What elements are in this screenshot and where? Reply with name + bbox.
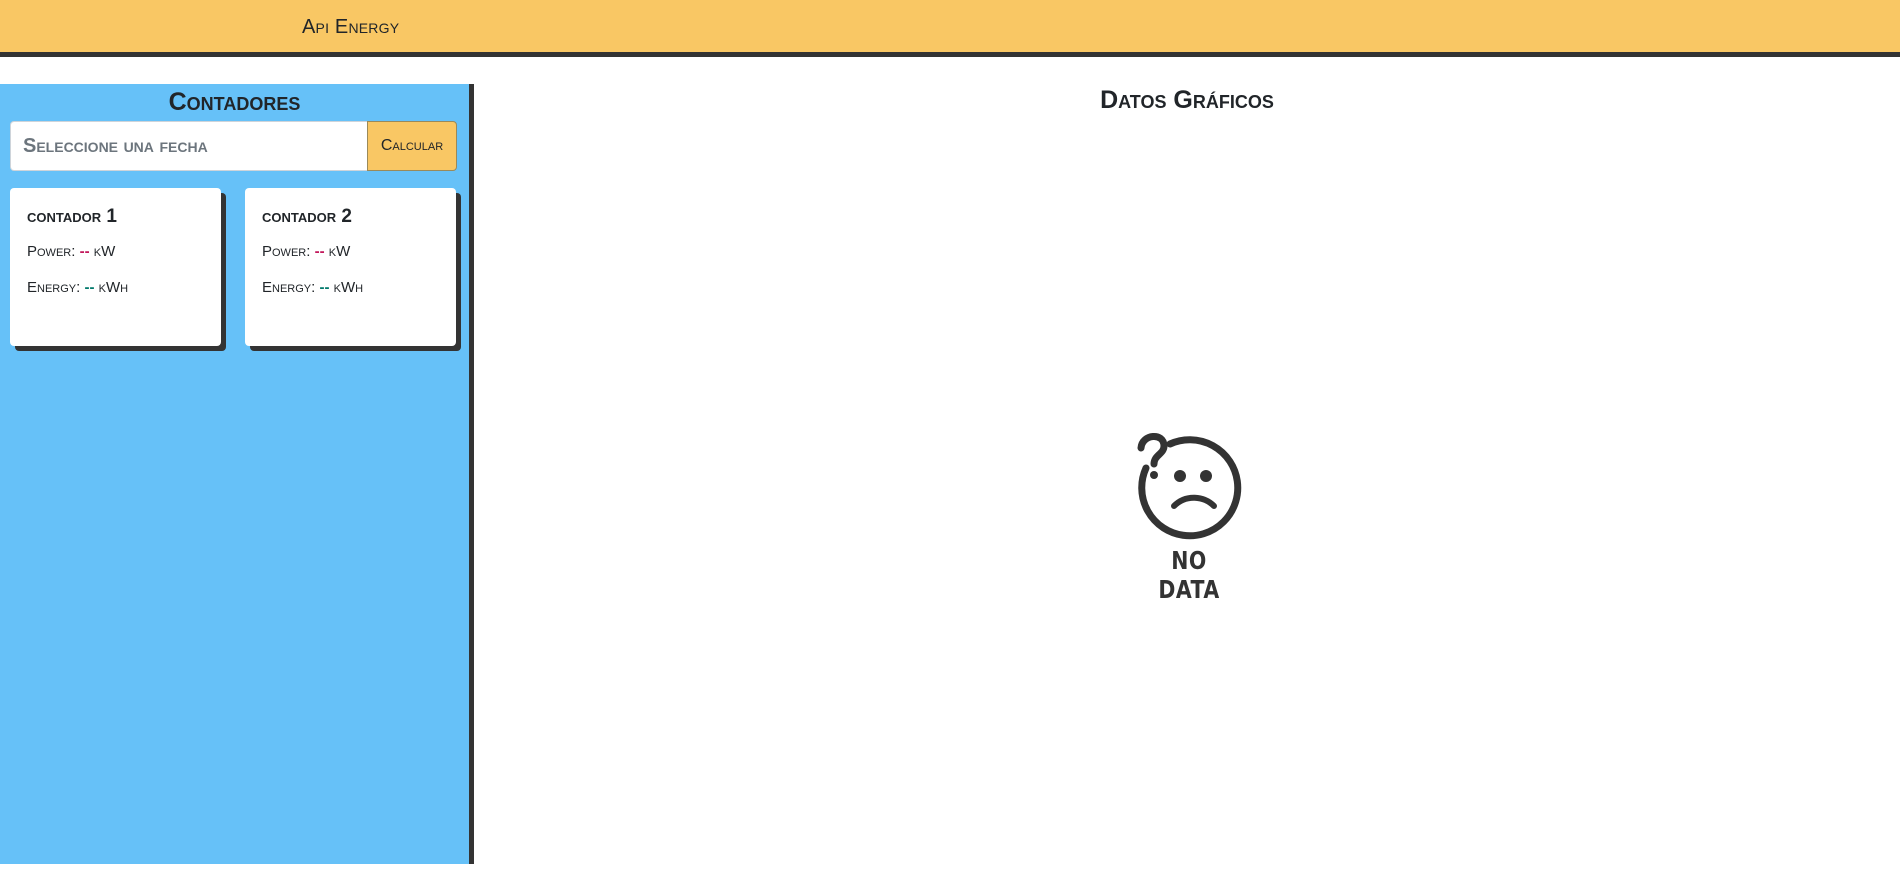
meter-title: contador 2: [262, 206, 352, 227]
meter-card-2: contador 2 Power: -- kW Energy: -- kWh: [245, 188, 456, 346]
confused-face-icon: [1137, 433, 1242, 540]
energy-unit: kWh: [98, 279, 129, 296]
energy-reading: Energy: -- kWh: [27, 279, 128, 296]
charts-title: Datos Gráficos: [1100, 86, 1274, 114]
no-data-placeholder: NO DATA: [1130, 428, 1248, 604]
energy-value: --: [84, 279, 95, 296]
date-search-group: Calcular: [10, 121, 457, 171]
energy-label: Energy:: [27, 279, 81, 296]
power-label: Power:: [262, 243, 311, 260]
top-navbar: Api Energy: [0, 0, 1900, 57]
calculate-button[interactable]: Calcular: [367, 121, 457, 171]
no-data-label: NO DATA: [1158, 546, 1220, 604]
meter-title: contador 1: [27, 206, 117, 227]
power-unit: kW: [328, 243, 351, 260]
energy-label: Energy:: [262, 279, 316, 296]
power-reading: Power: -- kW: [27, 243, 128, 260]
meter-card-1: contador 1 Power: -- kW Energy: -- kWh: [10, 188, 221, 346]
power-label: Power:: [27, 243, 76, 260]
date-input[interactable]: [10, 121, 367, 171]
power-value: --: [79, 243, 90, 260]
meters-sidebar: Contadores Calcular contador 1 Power: --…: [0, 84, 474, 864]
energy-reading: Energy: -- kWh: [262, 279, 363, 296]
power-reading: Power: -- kW: [262, 243, 363, 260]
sidebar-title: Contadores: [168, 88, 301, 116]
power-unit: kW: [93, 243, 116, 260]
brand-link[interactable]: Api Energy: [302, 16, 399, 39]
energy-unit: kWh: [333, 279, 364, 296]
power-value: --: [314, 243, 325, 260]
energy-value: --: [319, 279, 330, 296]
